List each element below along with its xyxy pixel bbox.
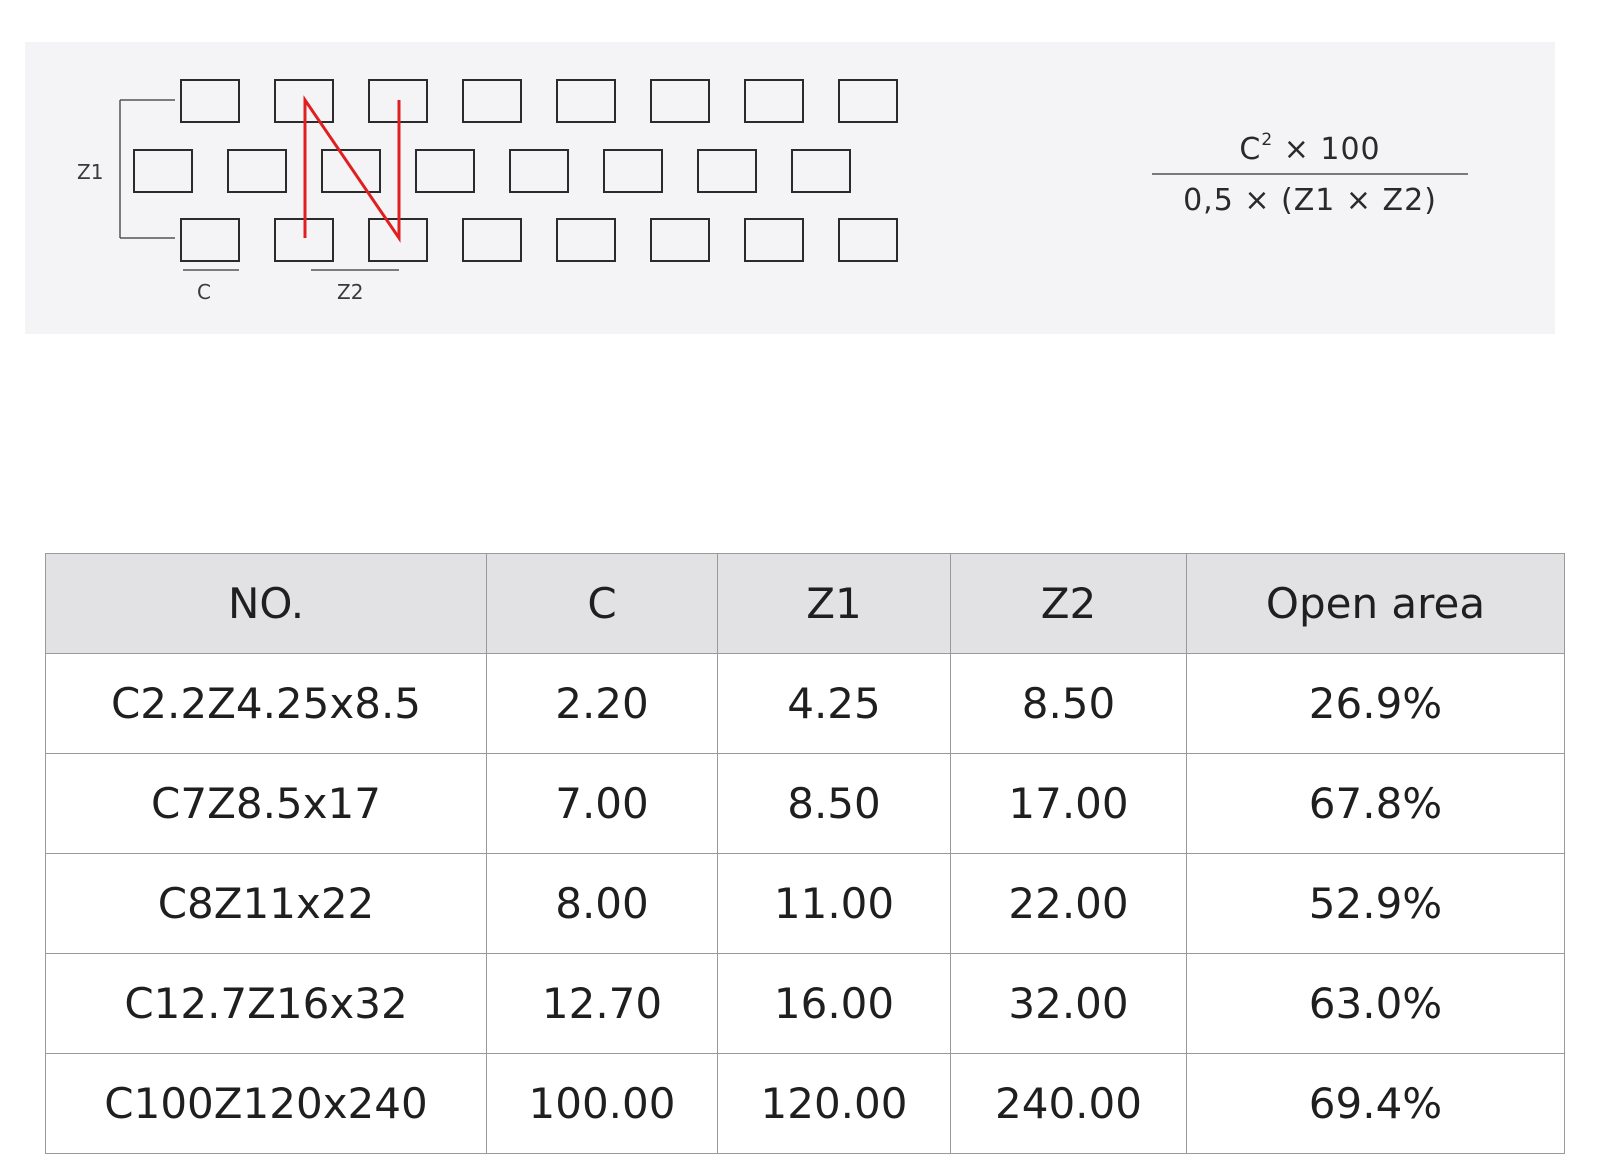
table-row: C2.2Z4.25x8.5 2.20 4.25 8.50 26.9% — [45, 653, 1565, 754]
cell-no: C7Z8.5x17 — [45, 753, 487, 854]
square-hole — [650, 79, 710, 123]
square-hole — [509, 149, 569, 193]
cell-c: 12.70 — [486, 953, 718, 1054]
header-z2: Z2 — [950, 553, 1187, 654]
square-hole — [744, 218, 804, 262]
table-row: C7Z8.5x17 7.00 8.50 17.00 67.8% — [45, 753, 1565, 854]
open-area-formula: C2 × 100 0,5 × (Z1 × Z2) — [1150, 130, 1470, 218]
header-no: NO. — [45, 553, 487, 654]
formula-numerator: C2 × 100 — [1239, 130, 1381, 167]
square-hole — [180, 218, 240, 262]
table-row: C12.7Z16x32 12.70 16.00 32.00 63.0% — [45, 953, 1565, 1054]
square-hole — [415, 149, 475, 193]
header-c: C — [486, 553, 718, 654]
cell-no: C2.2Z4.25x8.5 — [45, 653, 487, 754]
square-hole — [838, 79, 898, 123]
specification-table: NO. C Z1 Z2 Open area C2.2Z4.25x8.5 2.20… — [45, 553, 1565, 1154]
square-hole — [133, 149, 193, 193]
cell-c: 8.00 — [486, 853, 718, 954]
cell-z2: 240.00 — [950, 1053, 1187, 1154]
square-hole — [462, 79, 522, 123]
cell-z1: 8.50 — [717, 753, 951, 854]
table-row: C100Z120x240 100.00 120.00 240.00 69.4% — [45, 1053, 1565, 1154]
square-hole — [321, 149, 381, 193]
cell-open-area: 63.0% — [1186, 953, 1565, 1054]
square-hole — [180, 79, 240, 123]
cell-z1: 16.00 — [717, 953, 951, 1054]
square-hole — [838, 218, 898, 262]
cell-no: C100Z120x240 — [45, 1053, 487, 1154]
cell-open-area: 69.4% — [1186, 1053, 1565, 1154]
c-label: C — [197, 280, 211, 304]
cell-z2: 22.00 — [950, 853, 1187, 954]
square-hole — [744, 79, 804, 123]
square-hole — [650, 218, 710, 262]
cell-open-area: 67.8% — [1186, 753, 1565, 854]
cell-no: C8Z11x22 — [45, 853, 487, 954]
cell-c: 7.00 — [486, 753, 718, 854]
square-hole — [462, 218, 522, 262]
z2-label: Z2 — [337, 280, 364, 304]
cell-no: C12.7Z16x32 — [45, 953, 487, 1054]
header-z1: Z1 — [717, 553, 951, 654]
square-hole — [791, 149, 851, 193]
cell-c: 100.00 — [486, 1053, 718, 1154]
header-open-area: Open area — [1186, 553, 1565, 654]
cell-open-area: 52.9% — [1186, 853, 1565, 954]
cell-c: 2.20 — [486, 653, 718, 754]
square-hole — [556, 218, 616, 262]
square-hole — [227, 149, 287, 193]
table-row: C8Z11x22 8.00 11.00 22.00 52.9% — [45, 853, 1565, 954]
square-hole — [697, 149, 757, 193]
square-hole — [556, 79, 616, 123]
cell-z1: 11.00 — [717, 853, 951, 954]
z1-label: Z1 — [77, 160, 104, 184]
cell-z1: 120.00 — [717, 1053, 951, 1154]
square-hole — [603, 149, 663, 193]
table-header-row: NO. C Z1 Z2 Open area — [45, 553, 1565, 654]
cell-z2: 32.00 — [950, 953, 1187, 1054]
cell-z2: 17.00 — [950, 753, 1187, 854]
cell-z1: 4.25 — [717, 653, 951, 754]
n-pattern-path — [303, 95, 401, 243]
cell-open-area: 26.9% — [1186, 653, 1565, 754]
cell-z2: 8.50 — [950, 653, 1187, 754]
formula-denominator: 0,5 × (Z1 × Z2) — [1183, 183, 1437, 218]
